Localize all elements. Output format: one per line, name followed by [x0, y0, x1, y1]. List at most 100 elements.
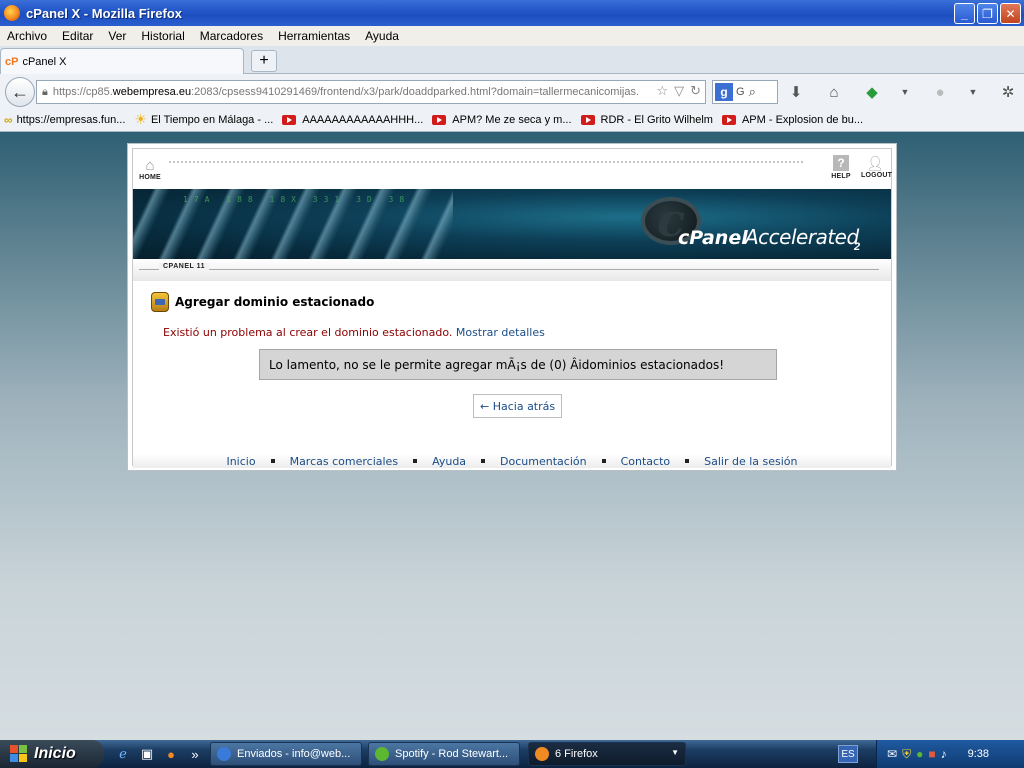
home-icon: ⌂ [145, 157, 155, 174]
tab-label: cPanel X [22, 55, 67, 68]
logout-label: LOGOUT [861, 172, 893, 179]
youtube-icon [282, 114, 297, 125]
cpanel-favicon-icon: cP [5, 55, 19, 68]
menu-herramientas[interactable]: Herramientas [278, 29, 350, 43]
footer-separator [601, 459, 606, 463]
tab-strip: cP cPanel X + [0, 46, 1024, 74]
footer-link-marcas[interactable]: Marcas comerciales [290, 455, 398, 468]
tray-mail-icon[interactable]: ✉ [887, 747, 897, 761]
task-thunderbird[interactable]: Enviados - info@web... [210, 742, 362, 766]
bookmark-item[interactable]: APM? Me ze seca y m... [432, 114, 572, 126]
footer-link-contacto[interactable]: Contacto [621, 455, 671, 468]
cpanel-frame: ⌂ HOME ? HELP 👤︎ LOGOUT 17A 188 18X 331 … [127, 143, 897, 471]
url-prefix: https://cp85. [52, 86, 113, 98]
error-detail-text: Lo lamento, no se le permite agregar mÃ¡… [269, 357, 725, 372]
link-icon: ∞ [4, 112, 13, 127]
addon-extension-icon[interactable]: ✲ [998, 83, 1018, 101]
magnifier-icon[interactable]: ⌕ [749, 84, 756, 100]
arrow-left-icon: ← [11, 81, 29, 102]
navigation-toolbar: ← 🔒︎ https://cp85. webempresa.eu:2083/cps… [0, 74, 1024, 108]
task-firefox-group[interactable]: 6 Firefox ▼ [528, 742, 686, 766]
tab-cpanel[interactable]: cP cPanel X [0, 48, 244, 74]
bookmark-item[interactable]: ☀ El Tiempo en Málaga - ... [134, 111, 273, 128]
user-icon: 👤︎ [866, 155, 884, 171]
reload-icon[interactable]: ↻ [690, 83, 701, 99]
bookmark-label: https://empresas.fun... [16, 113, 126, 126]
internet-explorer-icon[interactable]: ℯ [114, 745, 132, 763]
cpanel-help-button[interactable]: ? HELP [831, 155, 851, 180]
menu-ver[interactable]: Ver [108, 29, 126, 43]
history-dropdown-icon[interactable]: ▽ [674, 83, 684, 99]
footer-link-ayuda[interactable]: Ayuda [432, 455, 466, 468]
bookmark-item[interactable]: RDR - El Grito Wilhelm [580, 114, 713, 126]
dotted-divider [169, 161, 803, 163]
download-icon[interactable]: ⬇ [786, 83, 806, 101]
home-icon[interactable]: ⌂ [824, 84, 844, 101]
footer-separator [481, 459, 486, 463]
footer-link-salir[interactable]: Salir de la sesión [704, 455, 797, 468]
sun-icon: ☀ [134, 111, 147, 127]
menu-archivo[interactable]: Archivo [7, 29, 47, 43]
task-spotify[interactable]: Spotify - Rod Stewart... [368, 742, 520, 766]
bookmark-item[interactable]: ∞ https://empresas.fun... [4, 113, 125, 127]
page-title: Agregar dominio estacionado [175, 295, 375, 309]
close-button[interactable]: ✕ [1000, 3, 1021, 24]
go-back-link[interactable]: ← Hacia atrás [473, 394, 563, 418]
footer-link-inicio[interactable]: Inicio [226, 455, 255, 468]
task-label: Spotify - Rod Stewart... [395, 748, 509, 760]
menu-marcadores[interactable]: Marcadores [200, 29, 263, 43]
back-button[interactable]: ← [5, 77, 35, 107]
cpanel-logout-button[interactable]: 👤︎ LOGOUT [861, 155, 893, 179]
url-path: :2083/cpsess9410291469/frontend/x3/park/… [191, 86, 640, 98]
youtube-icon [580, 114, 595, 125]
chevron-down-icon: ▼ [671, 748, 679, 757]
bookmark-item[interactable]: APM - Explosion de bu... [721, 114, 863, 126]
show-details-link[interactable]: Mostrar detalles [456, 326, 545, 339]
help-label: HELP [831, 173, 851, 180]
url-bar[interactable]: 🔒︎ https://cp85. webempresa.eu:2083/cpses… [36, 80, 706, 104]
tray-spotify-icon[interactable]: ● [916, 747, 923, 761]
language-indicator[interactable]: ES [838, 745, 858, 763]
menu-ayuda[interactable]: Ayuda [365, 29, 399, 43]
cpanel-home-button[interactable]: ⌂ HOME [139, 157, 161, 181]
tray-app-icon[interactable]: ■ [928, 747, 935, 761]
footer-link-documentacion[interactable]: Documentación [500, 455, 587, 468]
firefox-icon[interactable]: ● [162, 745, 180, 763]
tray-shield-icon[interactable]: ⛨ [902, 747, 911, 762]
windows-logo-icon [10, 745, 28, 763]
cpanel-version: CPANEL 11 [159, 263, 209, 270]
youtube-icon [432, 114, 447, 125]
task-label: Enviados - info@web... [237, 748, 351, 760]
dropdown-arrow-icon[interactable]: ▼ [968, 87, 978, 97]
medal-icon[interactable]: ● [930, 84, 950, 101]
menu-editar[interactable]: Editar [62, 29, 93, 43]
dropdown-arrow-icon[interactable]: ▼ [900, 87, 910, 97]
footer-separator [270, 459, 275, 463]
quick-launch-more-icon[interactable]: » [186, 745, 204, 763]
bookmark-item[interactable]: AAAAAAAAAAAAHHH... [282, 114, 423, 126]
bookmark-label: El Tiempo en Málaga - ... [150, 113, 274, 126]
google-icon[interactable]: g [715, 83, 733, 101]
minimize-button[interactable]: _ [954, 3, 975, 24]
youtube-icon [721, 114, 736, 125]
desktop-icon[interactable]: ▣ [138, 745, 156, 763]
page-viewport: ⌂ HOME ? HELP 👤︎ LOGOUT 17A 188 18X 331 … [0, 132, 1024, 740]
maximize-button[interactable]: ❐ [977, 3, 998, 24]
start-label: Inicio [34, 745, 76, 762]
cpanel-topbar: ⌂ HOME ? HELP 👤︎ LOGOUT [133, 149, 893, 189]
error-detail-box: Lo lamento, no se le permite agregar mÃ¡… [259, 349, 777, 380]
window-title: cPanel X - Mozilla Firefox [26, 5, 183, 21]
brand-accelerated: Accelerated [745, 225, 859, 249]
windows-taskbar: Inicio ℯ ▣ ● » Enviados - info@web... Sp… [0, 740, 1024, 768]
menu-historial[interactable]: Historial [141, 29, 184, 43]
addon-cube-icon[interactable]: ◆ [862, 83, 882, 101]
clock[interactable]: 9:38 [968, 748, 989, 760]
help-icon: ? [833, 155, 849, 171]
cpanel-banner: 17A 188 18X 331 3D 38 cPanel Accelerated… [133, 189, 891, 259]
search-box[interactable]: g G ⌕ [712, 80, 778, 104]
footer-separator [685, 459, 690, 463]
tray-volume-icon[interactable]: ♪ [941, 747, 947, 761]
start-button[interactable]: Inicio [0, 740, 104, 768]
bookmark-star-icon[interactable]: ☆ [656, 83, 668, 99]
new-tab-button[interactable]: + [251, 50, 277, 72]
